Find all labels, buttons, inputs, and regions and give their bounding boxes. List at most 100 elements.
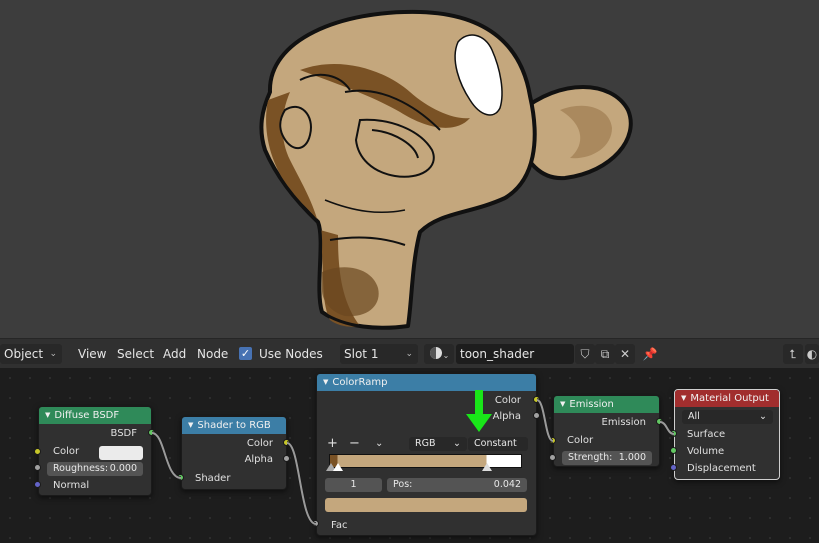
chevron-down-icon[interactable]: ⌄ <box>375 436 383 452</box>
overlay-button[interactable]: ◐ <box>805 344 819 364</box>
overlay-icon: ◐ <box>806 347 818 361</box>
surface-input-socket[interactable] <box>670 430 677 437</box>
stop-index-field[interactable]: 1 <box>325 478 382 492</box>
strength-field[interactable]: Strength: 1.000 <box>562 451 652 465</box>
slot-dropdown[interactable]: Slot 1 ⌄ <box>340 344 418 364</box>
close-icon: ✕ <box>619 347 631 361</box>
material-browse-button[interactable]: ⌄ <box>424 344 454 364</box>
color-input-label: Color <box>53 446 80 457</box>
menu-select[interactable]: Select <box>115 344 156 364</box>
emission-header[interactable]: ▼ Emission <box>554 396 659 413</box>
interpolation-value: Constant <box>474 438 517 449</box>
target-value: All <box>688 411 700 422</box>
fake-user-button[interactable]: ⛉ <box>575 344 595 364</box>
rgb-alpha-output-socket[interactable] <box>283 455 290 462</box>
diffuse-bsdf-title: Diffuse BSDF <box>54 410 120 421</box>
color-output-label: Color <box>246 438 273 449</box>
fac-input-socket[interactable] <box>312 520 319 527</box>
add-stop-button[interactable]: + <box>327 436 338 452</box>
emission-output-socket[interactable] <box>656 418 663 425</box>
chevron-down-icon: ⌄ <box>49 349 57 359</box>
displacement-input-socket[interactable] <box>670 464 677 471</box>
ramp-alpha-output-socket[interactable] <box>533 412 540 419</box>
roughness-value: 0.000 <box>109 463 137 474</box>
colorramp-header[interactable]: ▼ ColorRamp <box>317 374 536 391</box>
collapse-triangle-icon[interactable]: ▼ <box>560 400 565 408</box>
menu-add[interactable]: Add <box>161 344 188 364</box>
chevron-down-icon: ⌄ <box>405 349 413 359</box>
shader-input-socket[interactable] <box>177 474 184 481</box>
annotation-arrow-icon <box>466 390 492 432</box>
3d-viewport[interactable] <box>0 0 819 338</box>
normal-input-socket[interactable] <box>34 481 41 488</box>
duplicate-material-button[interactable]: ⧉ <box>595 344 615 364</box>
ramp-stop-marker[interactable] <box>482 463 492 471</box>
normal-input-label: Normal <box>53 480 90 491</box>
stop-color-swatch[interactable] <box>325 498 527 512</box>
volume-input-socket[interactable] <box>670 447 677 454</box>
emission-output-label: Emission <box>601 417 647 428</box>
shield-icon: ⛉ <box>580 347 590 361</box>
shader-to-rgb-node[interactable]: ▼ Shader to RGB Color Alpha Shader <box>181 416 287 490</box>
collapse-triangle-icon[interactable]: ▼ <box>323 378 328 386</box>
chevron-down-icon: ⌄ <box>759 411 767 422</box>
displacement-input-label: Displacement <box>687 463 756 474</box>
pin-button[interactable]: 📌 <box>640 344 660 364</box>
collapse-triangle-icon[interactable]: ▼ <box>45 411 50 419</box>
menu-node[interactable]: Node <box>195 344 230 364</box>
color-mode-value: RGB <box>415 438 436 449</box>
parent-tree-button[interactable]: ⮤ <box>783 344 803 364</box>
colorramp-node[interactable]: ▼ ColorRamp Color Alpha + − ⌄ RGB ⌄ Const… <box>316 373 537 536</box>
bsdf-output-socket[interactable] <box>148 429 155 436</box>
shader-to-rgb-header[interactable]: ▼ Shader to RGB <box>182 417 286 434</box>
fac-input-label: Fac <box>331 520 348 531</box>
pos-value: 0.042 <box>493 479 521 490</box>
mode-dropdown[interactable]: Object ⌄ <box>0 344 62 364</box>
roughness-field[interactable]: Roughness: 0.000 <box>47 462 143 476</box>
material-output-node[interactable]: ▼ Material Output All ⌄ Surface Volume Di… <box>674 389 780 480</box>
copy-icon: ⧉ <box>600 347 610 361</box>
colorramp-title: ColorRamp <box>332 377 388 388</box>
material-sphere-icon <box>429 347 442 359</box>
emission-node[interactable]: ▼ Emission Emission Color Strength: 1.000 <box>553 395 660 467</box>
color-swatch[interactable] <box>99 446 143 460</box>
pos-field[interactable]: Pos: 0.042 <box>387 478 527 492</box>
material-name: toon_shader <box>460 347 535 361</box>
diffuse-bsdf-node[interactable]: ▼ Diffuse BSDF BSDF Color Roughness: 0.00… <box>38 406 152 496</box>
shader-input-label: Shader <box>195 473 231 484</box>
diffuse-bsdf-header[interactable]: ▼ Diffuse BSDF <box>39 407 151 424</box>
suzanne-render <box>259 9 633 330</box>
volume-input-label: Volume <box>687 446 725 457</box>
node-canvas[interactable]: ▼ Diffuse BSDF BSDF Color Roughness: 0.00… <box>0 368 819 543</box>
collapse-triangle-icon[interactable]: ▼ <box>681 394 686 402</box>
node-editor-header: Object ⌄ View Select Add Node ✓ Use Node… <box>0 338 819 368</box>
rgb-color-output-socket[interactable] <box>283 439 290 446</box>
material-output-title: Material Output <box>690 393 769 404</box>
arrow-up-icon: ⮤ <box>789 347 797 361</box>
chevron-down-icon: ⌄ <box>453 438 461 449</box>
remove-stop-button[interactable]: − <box>349 436 360 452</box>
target-dropdown[interactable]: All ⌄ <box>682 410 773 424</box>
pin-icon: 📌 <box>642 347 658 361</box>
strength-label: Strength: <box>568 452 613 463</box>
material-name-field[interactable]: toon_shader <box>456 344 574 364</box>
unlink-material-button[interactable]: ✕ <box>615 344 635 364</box>
interpolation-dropdown[interactable]: Constant ⌄ <box>468 437 528 463</box>
menu-view[interactable]: View <box>76 344 108 364</box>
strength-input-socket[interactable] <box>549 454 556 461</box>
roughness-label: Roughness: <box>53 463 109 474</box>
color-mode-dropdown[interactable]: RGB ⌄ <box>409 437 467 451</box>
alpha-output-label: Alpha <box>244 454 273 465</box>
ramp-color-output-socket[interactable] <box>533 396 540 403</box>
color-input-socket[interactable] <box>34 448 41 455</box>
collapse-triangle-icon[interactable]: ▼ <box>188 421 193 429</box>
emission-color-input-socket[interactable] <box>549 437 556 444</box>
shader-to-rgb-title: Shader to RGB <box>197 420 271 431</box>
ramp-stop-marker-active[interactable] <box>333 463 343 471</box>
color-ramp-bar[interactable] <box>329 454 522 468</box>
pos-label: Pos: <box>393 479 413 490</box>
material-output-header[interactable]: ▼ Material Output <box>675 390 779 407</box>
roughness-input-socket[interactable] <box>34 464 41 471</box>
use-nodes-checkbox[interactable]: ✓ <box>239 347 252 360</box>
emission-color-label: Color <box>567 435 594 446</box>
